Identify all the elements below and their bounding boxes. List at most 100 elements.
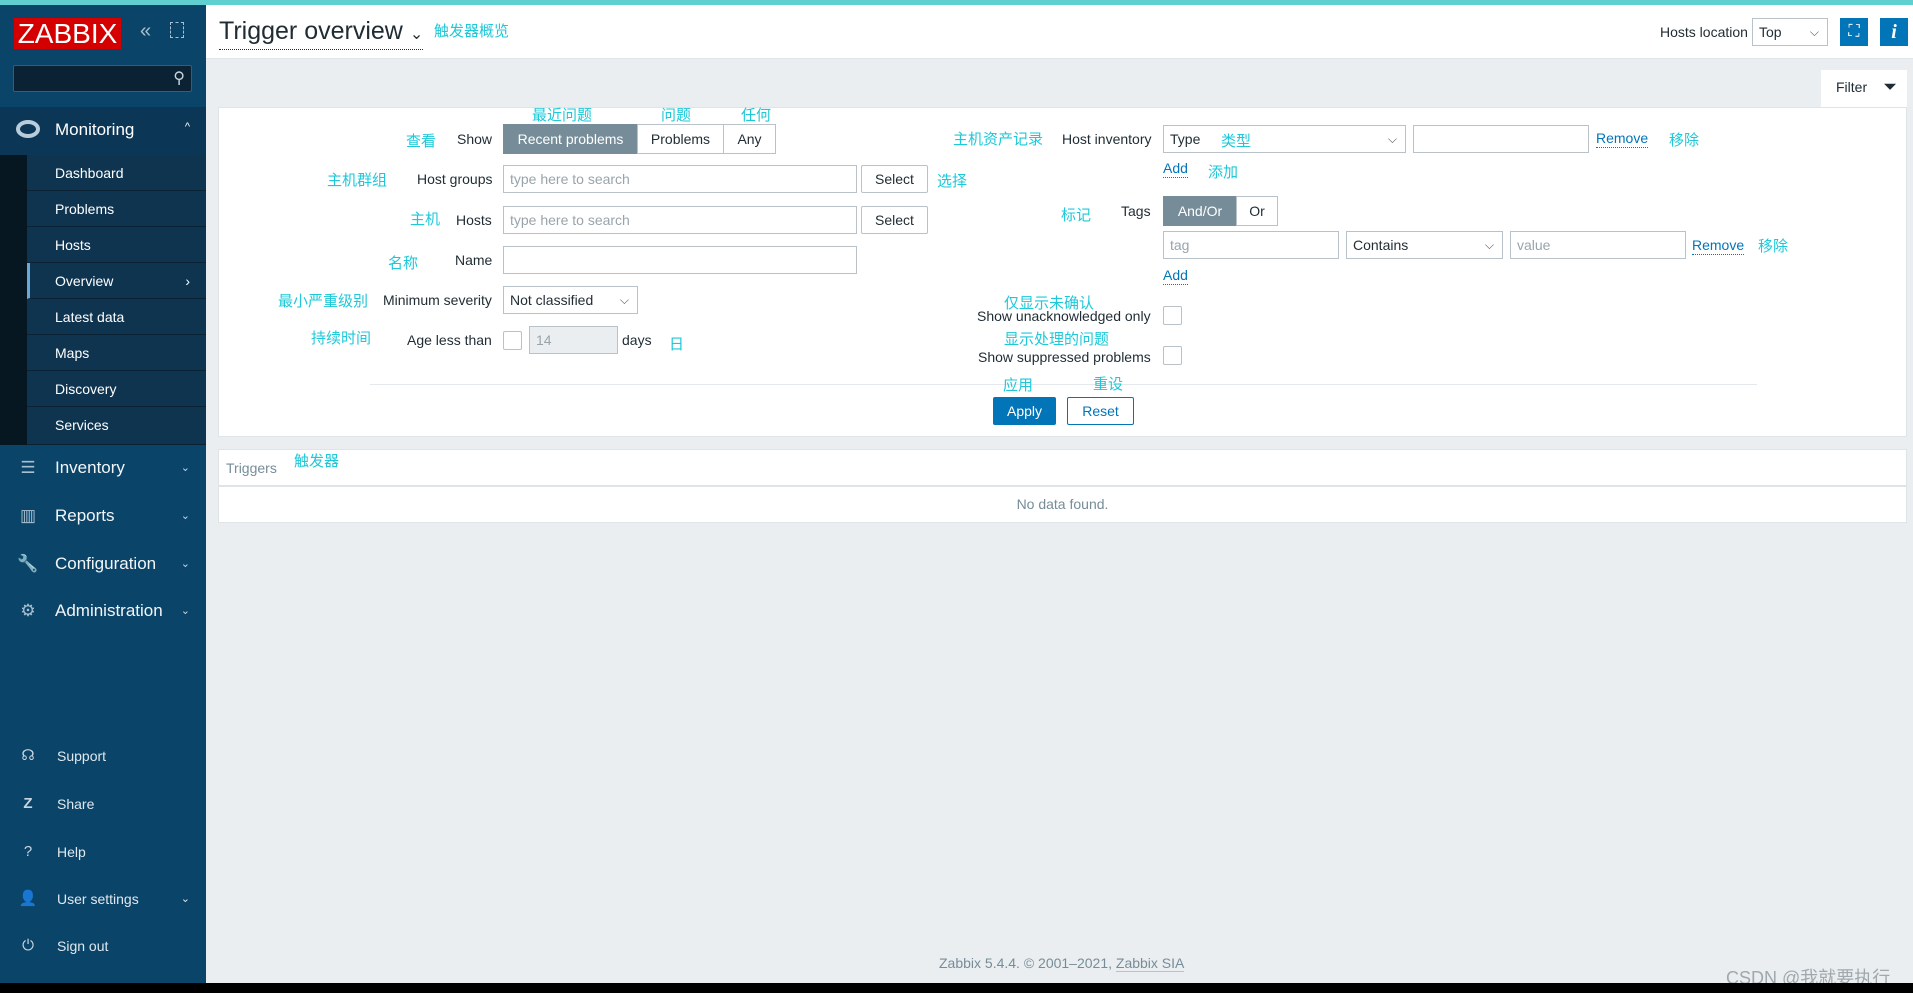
sidebar-item-maps[interactable]: Maps xyxy=(27,335,206,371)
menu-inventory[interactable]: ☰ Inventory ⌄ xyxy=(0,445,206,491)
menu-reports[interactable]: ▥ Reports ⌄ xyxy=(0,493,206,539)
chevron-down-icon: ⌄ xyxy=(180,462,190,474)
sidebar-item-overview[interactable]: Overview › xyxy=(27,263,206,299)
age-unit: days xyxy=(622,332,652,348)
age-label: Age less than xyxy=(407,332,492,348)
sidebar-search-input[interactable]: ⚲ xyxy=(13,65,192,92)
menu-label: Share xyxy=(57,796,95,812)
annotation: 主机 xyxy=(410,211,441,228)
menu-label: Reports xyxy=(55,506,115,525)
unack-label: Show unacknowledged only xyxy=(977,308,1151,324)
menu-support[interactable]: ☊ Support xyxy=(0,736,206,776)
chevron-down-icon: ⌄ xyxy=(180,558,190,570)
show-recent-problems[interactable]: Recent problems xyxy=(503,124,638,154)
footer-text: Zabbix 5.4.4. © 2001–2021, xyxy=(939,955,1112,971)
host-groups-input[interactable]: type here to search xyxy=(503,165,857,193)
sidebar-item-dashboard[interactable]: Dashboard xyxy=(27,155,206,191)
age-checkbox[interactable] xyxy=(503,331,522,350)
sidebar-item-latest-data[interactable]: Latest data xyxy=(27,299,206,335)
inventory-value-input[interactable] xyxy=(1413,125,1589,153)
show-any[interactable]: Any xyxy=(723,124,776,154)
fullscreen-button[interactable]: ⛶ xyxy=(1840,18,1868,46)
menu-label: Help xyxy=(57,844,86,860)
suppressed-label: Show suppressed problems xyxy=(978,349,1151,365)
chevron-down-icon: ⌄ xyxy=(180,510,190,522)
placeholder: type here to search xyxy=(510,212,630,228)
footer: Zabbix 5.4.4. © 2001–2021, Zabbix SIA xyxy=(939,955,1185,972)
menu-help[interactable]: ? Help xyxy=(0,832,206,872)
host-groups-label: Host groups xyxy=(417,171,493,187)
menu-label: Inventory xyxy=(55,458,125,477)
age-days-input[interactable]: 14 xyxy=(529,326,618,354)
os-taskbar xyxy=(0,983,1913,993)
menu-share[interactable]: Z Share xyxy=(0,784,206,824)
filter-funnel-icon: ⏷ xyxy=(1883,77,1897,96)
search-icon[interactable]: ⚲ xyxy=(173,68,185,88)
name-input[interactable] xyxy=(503,246,857,274)
bar-chart-icon: ▥ xyxy=(19,506,37,525)
eye-icon xyxy=(16,120,40,138)
min-severity-select[interactable]: Not classified ⌵ xyxy=(503,286,638,314)
kiosk-mode-icon[interactable] xyxy=(170,22,184,38)
annotation: 最小严重级别 xyxy=(278,293,369,310)
host-inventory-label: Host inventory xyxy=(1062,131,1152,147)
tags-or[interactable]: Or xyxy=(1236,196,1278,226)
headset-icon: ☊ xyxy=(21,747,35,764)
show-problems[interactable]: Problems xyxy=(637,124,724,154)
sidebar-item-problems[interactable]: Problems xyxy=(27,191,206,227)
submenu-strip xyxy=(0,155,27,445)
collapse-sidebar-icon[interactable]: « xyxy=(140,20,151,43)
annotation: 添加 xyxy=(1208,164,1239,181)
tag-operator-select[interactable]: Contains ⌵ xyxy=(1346,231,1503,259)
annotation: 显示处理的问题 xyxy=(1004,331,1110,348)
inventory-field-select[interactable]: Type ⌵ xyxy=(1163,125,1406,153)
reset-button[interactable]: Reset xyxy=(1067,397,1134,425)
tag-value-input[interactable]: value xyxy=(1510,231,1686,259)
question-icon: ? xyxy=(23,843,33,860)
page-title-dropdown[interactable]: Trigger overview ⌄ xyxy=(219,17,424,50)
info-button[interactable]: i xyxy=(1880,18,1908,46)
sidebar-item-hosts[interactable]: Hosts xyxy=(27,227,206,263)
chevron-down-icon: ⌄ xyxy=(409,26,424,43)
annotation: 日 xyxy=(669,336,685,353)
chevron-down-icon: ⌵ xyxy=(1387,132,1397,146)
annotation: 应用 xyxy=(1003,377,1034,394)
menu-label: User settings xyxy=(57,891,139,907)
footer-link[interactable]: Zabbix SIA xyxy=(1115,955,1185,972)
inventory-remove-link[interactable]: Remove xyxy=(1596,130,1649,148)
tag-add-link[interactable]: Add xyxy=(1163,267,1188,285)
chevron-down-icon: ⌵ xyxy=(619,293,629,307)
hosts-input[interactable]: type here to search xyxy=(503,206,857,234)
zabbix-logo[interactable]: ZABBIX xyxy=(14,18,121,49)
menu-monitoring[interactable]: Monitoring ^ xyxy=(0,107,206,155)
menu-administration[interactable]: ⚙ Administration ⌄ xyxy=(0,588,206,634)
annotation: 问题 xyxy=(661,107,692,124)
hosts-select-button[interactable]: Select xyxy=(861,206,928,234)
menu-configuration[interactable]: 🔧 Configuration ⌄ xyxy=(0,541,206,587)
inventory-add-link[interactable]: Add xyxy=(1163,160,1188,178)
tag-name-input[interactable]: tag xyxy=(1163,231,1339,259)
menu-label: Administration xyxy=(55,601,163,620)
gear-icon: ⚙ xyxy=(20,601,36,620)
menu-sign-out[interactable]: ⏻ Sign out xyxy=(0,926,206,966)
triggers-table-header: Triggers xyxy=(218,449,1907,486)
host-groups-select-button[interactable]: Select xyxy=(861,165,928,193)
apply-button[interactable]: Apply xyxy=(993,397,1056,425)
hosts-location-select[interactable]: Top ⌵ xyxy=(1752,18,1828,46)
filter-tab[interactable]: Filter ⏷ xyxy=(1821,70,1907,108)
unack-checkbox[interactable] xyxy=(1163,306,1182,325)
tag-remove-link[interactable]: Remove xyxy=(1692,237,1745,255)
sidebar-item-discovery[interactable]: Discovery xyxy=(27,371,206,407)
annotation: 移除 xyxy=(1669,132,1700,149)
tags-andor[interactable]: And/Or xyxy=(1163,196,1237,226)
menu-label: Sign out xyxy=(57,938,109,954)
suppressed-checkbox[interactable] xyxy=(1163,346,1182,365)
tags-label: Tags xyxy=(1121,203,1151,219)
annotation: 类型 xyxy=(1221,133,1252,150)
annotation: 最近问题 xyxy=(532,107,593,124)
annotation: 移除 xyxy=(1758,238,1789,255)
fullscreen-icon: ⛶ xyxy=(1848,23,1860,40)
chevron-down-icon: ⌵ xyxy=(1809,25,1819,39)
sidebar-item-services[interactable]: Services xyxy=(27,407,206,445)
menu-user-settings[interactable]: 👤 User settings ⌄ xyxy=(0,879,206,919)
